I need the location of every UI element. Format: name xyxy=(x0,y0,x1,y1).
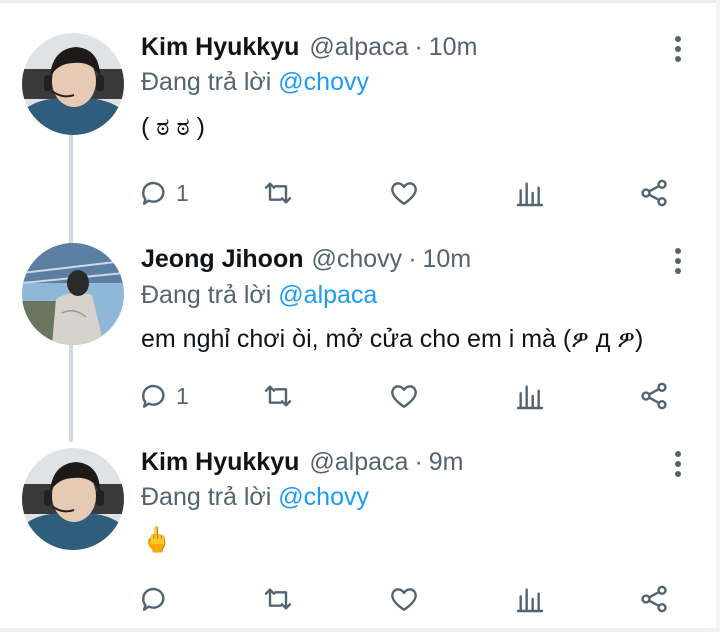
timestamp[interactable]: 9m xyxy=(429,448,464,476)
separator: · xyxy=(408,245,417,273)
reply-count: 1 xyxy=(176,179,189,206)
avatar[interactable] xyxy=(22,448,124,550)
author-name[interactable]: Jeong Jihoon xyxy=(141,245,304,273)
retweet-icon xyxy=(264,182,292,204)
share-icon xyxy=(641,382,667,410)
right-border xyxy=(716,0,720,632)
avatar[interactable] xyxy=(22,243,124,345)
like-icon xyxy=(391,182,417,205)
like-button[interactable] xyxy=(388,376,420,416)
views-icon xyxy=(516,385,544,410)
tweet-text: 🖕 xyxy=(141,526,173,554)
separator: · xyxy=(414,448,423,476)
views-button[interactable] xyxy=(514,579,546,619)
author-name[interactable]: Kim Hyukkyu xyxy=(141,448,299,476)
more-options-icon[interactable] xyxy=(664,32,692,66)
tweet-actions: 1 xyxy=(138,376,678,416)
replying-to: Đang trả lời @chovy xyxy=(141,483,369,512)
views-button[interactable] xyxy=(514,173,546,213)
share-button[interactable] xyxy=(638,579,670,619)
views-icon xyxy=(516,182,544,207)
retweet-icon xyxy=(264,385,292,407)
tweet-header: Jeong Jihoon @chovy · 10m xyxy=(141,245,471,279)
mention-link[interactable]: @chovy xyxy=(278,68,369,96)
share-button[interactable] xyxy=(638,376,670,416)
reply-icon xyxy=(142,181,165,205)
tweet-text: em nghỉ chơi òi, mở cửa cho em i mà (ዎ д… xyxy=(141,325,644,353)
tweet[interactable]: Kim Hyukkyu @alpaca · 9m Đang trả lời @chov… xyxy=(0,438,716,628)
tweet-header: Kim Hyukkyu @alpaca · 10m xyxy=(141,33,477,67)
tweet-actions xyxy=(138,579,678,619)
share-icon xyxy=(641,585,667,613)
tweet[interactable]: Jeong Jihoon @chovy · 10m Đang trả lời @alp… xyxy=(0,230,716,438)
more-options-icon[interactable] xyxy=(664,244,692,278)
timestamp[interactable]: 10m xyxy=(423,245,472,273)
views-icon xyxy=(516,588,544,613)
retweet-button[interactable] xyxy=(262,173,294,213)
replying-to-label: Đang trả lời xyxy=(141,483,279,511)
avatar[interactable] xyxy=(22,33,124,135)
like-icon xyxy=(391,385,417,408)
more-options-icon[interactable] xyxy=(664,447,692,481)
retweet-icon xyxy=(264,588,292,610)
replying-to-label: Đang trả lời xyxy=(141,68,279,96)
author-handle[interactable]: @alpaca xyxy=(309,33,408,61)
like-icon xyxy=(391,588,417,611)
replying-to: Đang trả lời @chovy xyxy=(141,68,369,97)
reply-button[interactable] xyxy=(138,579,170,619)
reply-button[interactable]: 1 xyxy=(138,173,189,213)
retweet-button[interactable] xyxy=(262,579,294,619)
replying-to: Đang trả lời @alpaca xyxy=(141,281,377,310)
like-button[interactable] xyxy=(388,173,420,213)
author-name[interactable]: Kim Hyukkyu xyxy=(141,33,299,61)
retweet-button[interactable] xyxy=(262,376,294,416)
bottom-border xyxy=(0,628,720,632)
reply-icon xyxy=(142,587,165,611)
views-button[interactable] xyxy=(514,376,546,416)
like-button[interactable] xyxy=(388,579,420,619)
reply-icon xyxy=(142,384,165,408)
tweet-actions: 1 xyxy=(138,173,678,213)
reply-button[interactable]: 1 xyxy=(138,376,189,416)
share-button[interactable] xyxy=(638,173,670,213)
tweet-text: ( ಠ ಠ ) xyxy=(141,113,205,141)
replying-to-label: Đang trả lời xyxy=(141,281,279,309)
tweet[interactable]: Kim Hyukkyu @alpaca · 10m Đang trả lời @cho… xyxy=(0,0,716,230)
separator: · xyxy=(414,33,423,61)
mention-link[interactable]: @chovy xyxy=(278,483,369,511)
author-handle[interactable]: @chovy xyxy=(312,245,403,273)
author-handle[interactable]: @alpaca xyxy=(309,448,408,476)
timestamp[interactable]: 10m xyxy=(429,33,478,61)
mention-link[interactable]: @alpaca xyxy=(278,281,377,309)
reply-count: 1 xyxy=(176,382,189,409)
tweet-header: Kim Hyukkyu @alpaca · 9m xyxy=(141,448,464,482)
share-icon xyxy=(641,179,667,207)
